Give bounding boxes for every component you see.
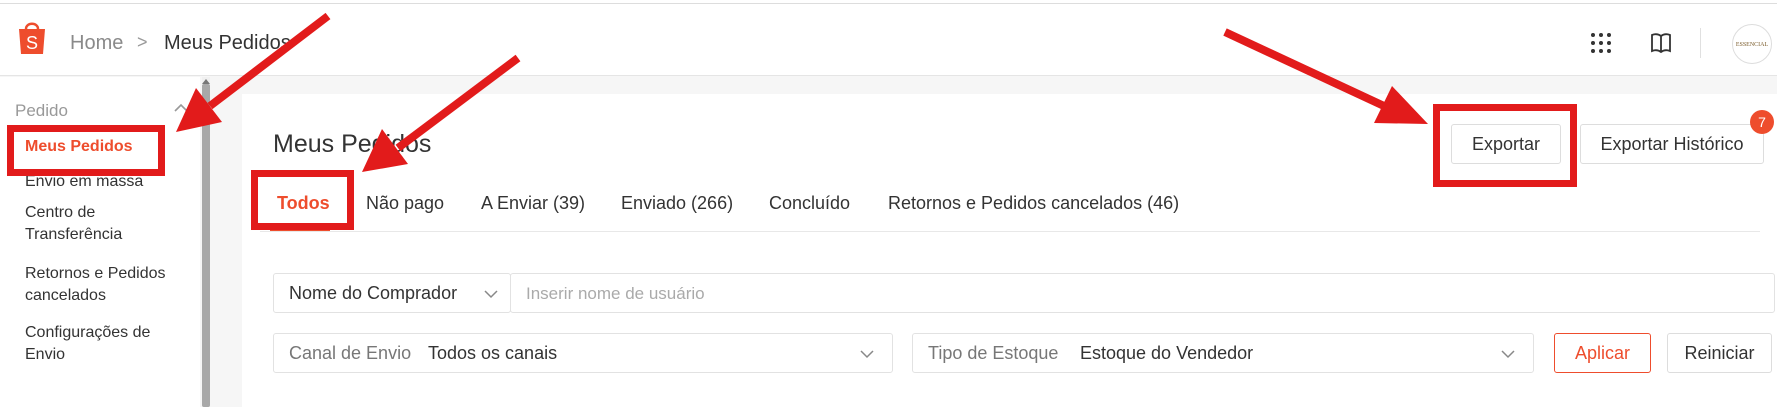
book-icon[interactable] <box>1650 32 1672 54</box>
tab-retornos-cancelados[interactable]: Retornos e Pedidos cancelados (46) <box>888 193 1179 214</box>
export-history-button[interactable]: Exportar Histórico <box>1580 124 1764 164</box>
chevron-down-icon <box>484 290 498 299</box>
chevron-down-icon <box>860 350 874 359</box>
breadcrumb-separator: > <box>137 32 148 52</box>
header-bar: S Home > Meus Pedidos ESSENCIAL <box>0 4 1777 76</box>
tab-a-enviar[interactable]: A Enviar (39) <box>481 193 585 214</box>
header-divider <box>1700 28 1701 58</box>
avatar[interactable]: ESSENCIAL <box>1732 24 1772 64</box>
apply-button[interactable]: Aplicar <box>1554 333 1651 373</box>
shop-logo-icon[interactable]: S <box>16 20 48 56</box>
tab-enviado[interactable]: Enviado (266) <box>621 193 733 214</box>
avatar-text: ESSENCIAL <box>1735 42 1769 48</box>
chevron-down-icon <box>1501 350 1515 359</box>
tab-nao-pago[interactable]: Não pago <box>366 193 444 214</box>
stock-type-select[interactable]: Tipo de Estoque Estoque do Vendedor <box>912 333 1534 373</box>
search-input[interactable]: Inserir nome de usuário <box>510 273 1775 313</box>
breadcrumb-current: Meus Pedidos <box>164 32 291 54</box>
chevron-up-icon[interactable] <box>174 103 188 113</box>
sidebar-item-configuracoes-envio[interactable]: Configurações de Envio <box>25 322 175 366</box>
export-history-badge: 7 <box>1750 110 1774 134</box>
tabs-divider <box>260 231 1760 232</box>
breadcrumb-home[interactable]: Home <box>70 32 123 55</box>
apps-grid-icon[interactable] <box>1590 32 1612 54</box>
page-title: Meus Pedidos <box>273 130 432 158</box>
tab-concluido[interactable]: Concluído <box>769 193 850 214</box>
sidebar-scroll-thumb[interactable] <box>202 84 210 407</box>
search-field-select[interactable]: Nome do Comprador <box>273 273 511 313</box>
search-field-select-value: Nome do Comprador <box>289 283 458 303</box>
reset-button[interactable]: Reiniciar <box>1667 333 1772 373</box>
highlight-box-todos-tab <box>251 170 354 230</box>
sidebar-item-retornos[interactable]: Retornos e Pedidos cancelados <box>25 263 185 307</box>
sidebar-item-centro-transferencia[interactable]: Centro de Transferência <box>25 202 145 246</box>
sidebar-group-pedido[interactable]: Pedido <box>15 101 68 121</box>
highlight-box-meus-pedidos <box>7 125 165 176</box>
scroll-up-icon[interactable] <box>201 77 211 85</box>
search-placeholder: Inserir nome de usuário <box>526 284 705 303</box>
svg-text:S: S <box>26 33 38 53</box>
highlight-box-export <box>1433 104 1577 187</box>
shipping-channel-select[interactable]: Canal de Envio Todos os canais <box>273 333 893 373</box>
shipping-channel-value: Todos os canais <box>428 343 558 363</box>
shipping-channel-label: Canal de Envio <box>289 343 412 363</box>
stock-type-value: Estoque do Vendedor <box>1080 343 1254 363</box>
stock-type-label: Tipo de Estoque <box>928 343 1059 363</box>
